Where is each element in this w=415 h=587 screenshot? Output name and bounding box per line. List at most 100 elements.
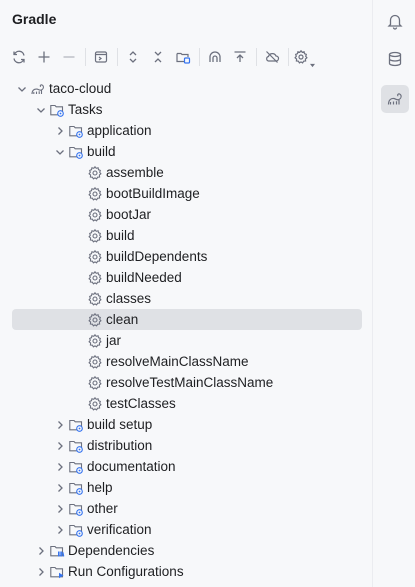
panel-title: Gradle: [12, 11, 57, 27]
chevron-right-icon[interactable]: [33, 543, 49, 559]
gradle-tree: taco-cloud Tasks application build assemble b…: [0, 78, 372, 582]
chevron-right-icon[interactable]: [33, 564, 49, 580]
tree-node-label: application: [87, 123, 152, 138]
tree-node-application[interactable]: application: [0, 120, 372, 141]
tree-node-label: assemble: [106, 165, 164, 180]
tree-node-dependencies[interactable]: Dependencies: [0, 540, 372, 561]
tree-node-label: bootBuildImage: [106, 186, 200, 201]
task-item-resolveTestMainClassName[interactable]: resolveTestMainClassName: [0, 372, 372, 393]
tree-node-label: verification: [87, 522, 152, 537]
tree-node-label: classes: [106, 291, 152, 306]
tree-node-label: taco-cloud: [49, 81, 112, 96]
tree-node-label: other: [87, 501, 118, 516]
task-gear-icon: [87, 333, 103, 349]
chevron-right-icon[interactable]: [52, 123, 68, 139]
tree-node-verification[interactable]: verification: [0, 519, 372, 540]
folder-link-icon: [176, 52, 191, 64]
chevron-right-icon[interactable]: [52, 522, 68, 538]
tree-node-distribution[interactable]: distribution: [0, 435, 372, 456]
toolbar-separator: [288, 48, 289, 66]
tree-node-label: distribution: [87, 438, 153, 453]
task-item-build[interactable]: build: [0, 225, 372, 246]
chevron-right-icon[interactable]: [52, 459, 68, 475]
gradle-toolbar: [8, 44, 318, 70]
chevron-down-icon[interactable]: [14, 81, 30, 97]
task-group-icon: [68, 501, 84, 517]
task-item-buildNeeded[interactable]: buildNeeded: [0, 267, 372, 288]
task-item-clean[interactable]: clean: [12, 309, 362, 330]
tree-node-label: documentation: [87, 459, 176, 474]
chevron-down-icon[interactable]: [52, 144, 68, 160]
tree-node-tasks[interactable]: Tasks: [0, 99, 372, 120]
tree-node-other[interactable]: other: [0, 498, 372, 519]
task-item-jar[interactable]: jar: [0, 330, 372, 351]
tree-node-build[interactable]: build: [0, 141, 372, 162]
task-item-resolveMainClassName[interactable]: resolveMainClassName: [0, 351, 372, 372]
tree-node-build-setup[interactable]: build setup: [0, 414, 372, 435]
tree-node-label: build: [87, 144, 116, 159]
task-group-icon: [68, 123, 84, 139]
task-item-bootBuildImage[interactable]: bootBuildImage: [0, 183, 372, 204]
toggle-offline-button[interactable]: [261, 46, 283, 68]
tree-node-run-configurations[interactable]: Run Configurations: [0, 561, 372, 582]
tree-node-label: jar: [106, 333, 122, 348]
database-icon: [388, 51, 402, 67]
gradle-tool-window: Gradle taco-cloud Tasks application buil…: [0, 0, 372, 587]
analyze-button[interactable]: [204, 46, 226, 68]
tree-node-help[interactable]: help: [0, 477, 372, 498]
task-group-icon: [68, 144, 84, 160]
chevron-right-icon[interactable]: [52, 438, 68, 454]
expand-all-icon: [129, 51, 137, 63]
task-item-classes[interactable]: classes: [0, 288, 372, 309]
task-item-testClasses[interactable]: testClasses: [0, 393, 372, 414]
task-gear-icon: [87, 375, 103, 391]
refresh-button[interactable]: [8, 46, 30, 68]
remove-icon: [63, 56, 75, 58]
task-item-buildDependents[interactable]: buildDependents: [0, 246, 372, 267]
dropdown-arrow-icon: [310, 63, 315, 68]
add-button[interactable]: [33, 46, 55, 68]
settings-button[interactable]: [293, 46, 315, 68]
tree-node-root[interactable]: taco-cloud: [0, 78, 372, 99]
task-gear-icon: [87, 207, 103, 223]
settings-icon: [294, 49, 308, 64]
task-gear-icon: [87, 249, 103, 265]
refresh-icon: [13, 50, 25, 64]
gradle-button[interactable]: [381, 85, 409, 113]
chevron-right-icon[interactable]: [52, 417, 68, 433]
download-sources-button[interactable]: [229, 46, 251, 68]
gradle-project-icon: [30, 81, 46, 97]
toggle-offline-icon: [266, 51, 280, 63]
attach-project-button[interactable]: [172, 46, 194, 68]
task-item-assemble[interactable]: assemble: [0, 162, 372, 183]
expand-all-button[interactable]: [122, 46, 144, 68]
chevron-right-icon[interactable]: [52, 501, 68, 517]
task-group-icon: [68, 438, 84, 454]
run-config-button[interactable]: [90, 46, 112, 68]
remove-button[interactable]: [58, 46, 80, 68]
task-item-bootJar[interactable]: bootJar: [0, 204, 372, 225]
chevron-right-icon[interactable]: [52, 480, 68, 496]
tree-node-label: Run Configurations: [68, 564, 184, 579]
tree-node-label: resolveMainClassName: [106, 354, 249, 369]
tree-node-documentation[interactable]: documentation: [0, 456, 372, 477]
notifications-button[interactable]: [381, 7, 409, 35]
toolbar-separator: [117, 48, 118, 66]
add-icon: [38, 51, 50, 63]
tree-node-label: Tasks: [68, 102, 103, 117]
collapse-all-button[interactable]: [147, 46, 169, 68]
task-gear-icon: [87, 228, 103, 244]
tree-node-label: help: [87, 480, 113, 495]
task-gear-icon: [87, 291, 103, 307]
chevron-down-icon[interactable]: [33, 102, 49, 118]
tree-node-label: Dependencies: [68, 543, 155, 558]
database-button[interactable]: [381, 45, 409, 73]
